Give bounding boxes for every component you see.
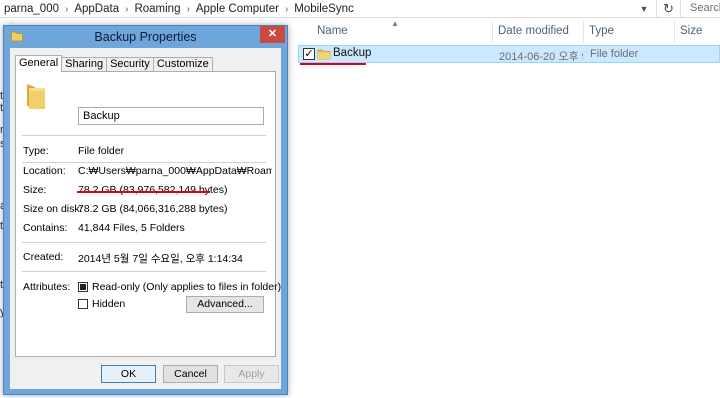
red-annotation-underline <box>77 191 210 193</box>
column-headers: ▲ Name Date modified Type Size <box>296 19 720 45</box>
column-header-name[interactable]: Name <box>317 25 348 37</box>
hidden-label[interactable]: Hidden <box>92 298 125 310</box>
created-label: Created: <box>23 251 64 263</box>
red-annotation-underline <box>300 63 366 65</box>
column-header-size[interactable]: Size <box>680 25 702 37</box>
dialog-title: Backup Properties <box>94 30 197 44</box>
location-value: C:₩Users₩parna_000₩AppData₩Roaming₩App <box>78 165 272 177</box>
tab-security[interactable]: Security <box>106 57 154 72</box>
attributes-label: Attributes: <box>23 281 71 293</box>
size-on-disk-value: 78.2 GB (84,066,316,288 bytes) <box>78 203 228 215</box>
row-name[interactable]: Backup <box>333 47 371 59</box>
chevron-right-icon[interactable]: › <box>283 4 290 15</box>
size-value: 78.2 GB (83,976,582,149 bytes) <box>78 184 228 196</box>
apply-button[interactable]: Apply <box>224 365 279 383</box>
divider <box>22 271 266 272</box>
column-header-type[interactable]: Type <box>589 25 614 37</box>
chevron-right-icon[interactable]: › <box>123 4 130 15</box>
breadcrumb-item[interactable]: Roaming <box>130 3 184 15</box>
breadcrumb: parna_000 › AppData › Roaming › Apple Co… <box>0 1 358 17</box>
address-bar[interactable]: parna_000 › AppData › Roaming › Apple Co… <box>0 0 720 18</box>
folder-icon <box>27 84 45 109</box>
tab-general[interactable]: General <box>15 55 63 72</box>
row-checkbox[interactable]: ✓ <box>303 48 315 60</box>
breadcrumb-item[interactable]: MobileSync <box>290 3 357 15</box>
cancel-button[interactable]: Cancel <box>163 365 218 383</box>
readonly-checkbox[interactable] <box>78 282 88 292</box>
size-on-disk-label: Size on disk: <box>23 203 83 215</box>
row-type: File folder <box>590 48 639 60</box>
sort-up-icon: ▲ <box>391 19 399 28</box>
general-tab-panel: Backup Type: File folder Location: C:₩Us… <box>15 71 281 357</box>
type-label: Type: <box>23 145 49 157</box>
breadcrumb-item[interactable]: Apple Computer <box>192 3 283 15</box>
table-row[interactable]: ✓ Backup 2014-06-20 오후 9:... File folder <box>298 45 720 63</box>
breadcrumb-item[interactable]: parna_000 <box>0 3 63 15</box>
column-divider[interactable] <box>492 21 493 43</box>
refresh-icon[interactable]: ↻ <box>656 0 680 17</box>
location-label: Location: <box>23 165 66 177</box>
chevron-down-icon[interactable]: ▼ <box>635 0 653 17</box>
tab-customize[interactable]: Customize <box>152 57 213 72</box>
tab-sharing[interactable]: Sharing <box>61 57 108 72</box>
ok-button[interactable]: OK <box>101 365 156 383</box>
divider <box>22 162 266 163</box>
readonly-label[interactable]: Read-only (Only applies to files in fold… <box>92 281 281 293</box>
row-date-modified: 2014-06-20 오후 9:... <box>499 51 583 63</box>
folder-icon <box>317 49 331 60</box>
divider <box>22 135 266 136</box>
search-input[interactable]: Search <box>680 0 720 17</box>
created-value: 2014년 5월 7일 수요일, 오후 1:14:34 <box>78 253 243 265</box>
hidden-checkbox[interactable] <box>78 299 88 309</box>
close-button[interactable]: ✕ <box>260 26 285 43</box>
breadcrumb-item[interactable]: AppData <box>70 3 123 15</box>
contains-label: Contains: <box>23 222 68 234</box>
chevron-right-icon[interactable]: › <box>184 4 191 15</box>
divider <box>22 242 266 243</box>
contains-value: 41,844 Files, 5 Folders <box>78 222 185 234</box>
column-divider[interactable] <box>674 21 675 43</box>
column-divider[interactable] <box>583 21 584 43</box>
column-header-date[interactable]: Date modified <box>498 25 569 37</box>
dialog-title-bar[interactable]: Backup Properties ✕ <box>4 26 287 48</box>
dialog-body: General Sharing Security Customize Backu… <box>10 48 281 389</box>
folder-name-field[interactable]: Backup <box>78 107 264 125</box>
chevron-right-icon[interactable]: › <box>63 4 70 15</box>
size-label: Size: <box>23 184 47 196</box>
type-value: File folder <box>78 145 125 157</box>
tab-strip: General Sharing Security Customize <box>15 55 213 72</box>
properties-dialog: Backup Properties ✕ General Sharing Secu… <box>3 25 288 395</box>
advanced-button[interactable]: Advanced... <box>186 296 264 313</box>
